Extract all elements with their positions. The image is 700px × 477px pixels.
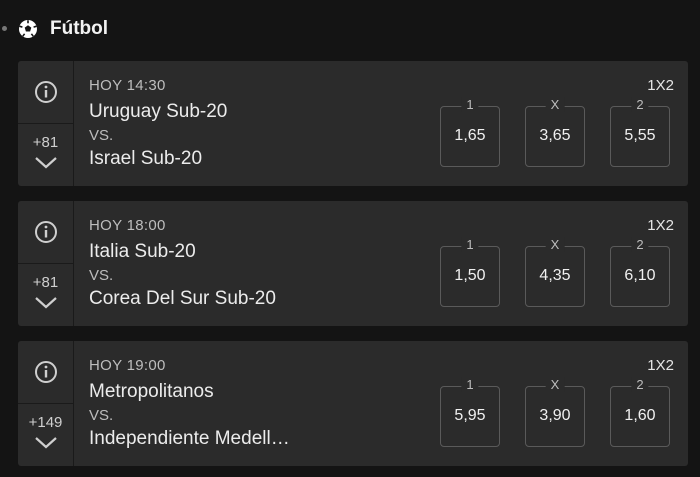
soccer-ball-icon [19, 20, 37, 38]
info-icon [34, 221, 57, 243]
sport-header[interactable]: Fútbol [2, 14, 109, 44]
odd-value: 4,35 [539, 267, 571, 284]
chevron-down-icon [34, 437, 57, 449]
match-info-button[interactable] [18, 201, 73, 264]
more-markets-button[interactable]: +149 [18, 404, 73, 466]
odd-value: 3,65 [539, 127, 571, 144]
match-side-panel: +149 [18, 341, 74, 466]
odd-value: 3,90 [539, 407, 571, 424]
sport-title: Fútbol [50, 18, 109, 39]
more-markets-count: +81 [32, 134, 59, 151]
odd-value: 1,50 [454, 267, 486, 284]
more-markets-count: +149 [28, 414, 63, 431]
odd-label: 2 [631, 237, 649, 252]
odd-label: X [545, 377, 565, 392]
versus-label: VS. [89, 127, 114, 144]
match-side-panel: +81 [18, 201, 74, 326]
odd-button-home[interactable]: 1 1,65 [440, 97, 500, 167]
odd-button-away[interactable]: 2 5,55 [610, 97, 670, 167]
match-card: +81 HOY 18:00 Italia Sub-20 VS. Corea De… [18, 201, 688, 326]
match-card: +149 HOY 19:00 Metropolitanos VS. Indepe… [18, 341, 688, 466]
odd-button-draw[interactable]: X 4,35 [525, 237, 585, 307]
versus-label: VS. [89, 407, 114, 424]
odd-label: 1 [461, 237, 479, 252]
odd-value: 6,10 [624, 267, 656, 284]
odd-label: X [545, 237, 565, 252]
match-info-button[interactable] [18, 341, 73, 404]
home-team[interactable]: Uruguay Sub-20 [89, 101, 227, 123]
odd-label: 2 [631, 97, 649, 112]
away-team[interactable]: Israel Sub-20 [89, 148, 202, 170]
odd-value: 5,95 [454, 407, 486, 424]
odd-label: 1 [461, 97, 479, 112]
odd-value: 1,60 [624, 407, 656, 424]
away-team[interactable]: Independiente Medell… [89, 428, 290, 450]
match-time: HOY 14:30 [89, 77, 166, 94]
odd-button-away[interactable]: 2 6,10 [610, 237, 670, 307]
odd-button-home[interactable]: 1 5,95 [440, 377, 500, 447]
odd-value: 1,65 [454, 127, 486, 144]
sports-page: Fútbol +81 HOY 14:30 Uruguay Sub-20 VS. … [0, 0, 700, 477]
odd-value: 5,55 [624, 127, 656, 144]
market-label: 1X2 [647, 217, 674, 234]
chevron-down-icon [34, 297, 57, 309]
match-card: +81 HOY 14:30 Uruguay Sub-20 VS. Israel … [18, 61, 688, 186]
market-label: 1X2 [647, 77, 674, 94]
odd-label: 1 [461, 377, 479, 392]
odd-button-draw[interactable]: X 3,65 [525, 97, 585, 167]
more-markets-button[interactable]: +81 [18, 264, 73, 326]
match-side-panel: +81 [18, 61, 74, 186]
chevron-down-icon [34, 157, 57, 169]
market-label: 1X2 [647, 357, 674, 374]
info-icon [34, 81, 57, 103]
odd-button-away[interactable]: 2 1,60 [610, 377, 670, 447]
odd-button-draw[interactable]: X 3,90 [525, 377, 585, 447]
info-icon [34, 361, 57, 383]
match-time: HOY 19:00 [89, 357, 166, 374]
match-time: HOY 18:00 [89, 217, 166, 234]
scroll-indicator-dot [2, 26, 7, 31]
more-markets-count: +81 [32, 274, 59, 291]
away-team[interactable]: Corea Del Sur Sub-20 [89, 288, 276, 310]
home-team[interactable]: Metropolitanos [89, 381, 214, 403]
odd-label: 2 [631, 377, 649, 392]
more-markets-button[interactable]: +81 [18, 124, 73, 186]
home-team[interactable]: Italia Sub-20 [89, 241, 196, 263]
match-info-button[interactable] [18, 61, 73, 124]
versus-label: VS. [89, 267, 114, 284]
odd-label: X [545, 97, 565, 112]
odd-button-home[interactable]: 1 1,50 [440, 237, 500, 307]
